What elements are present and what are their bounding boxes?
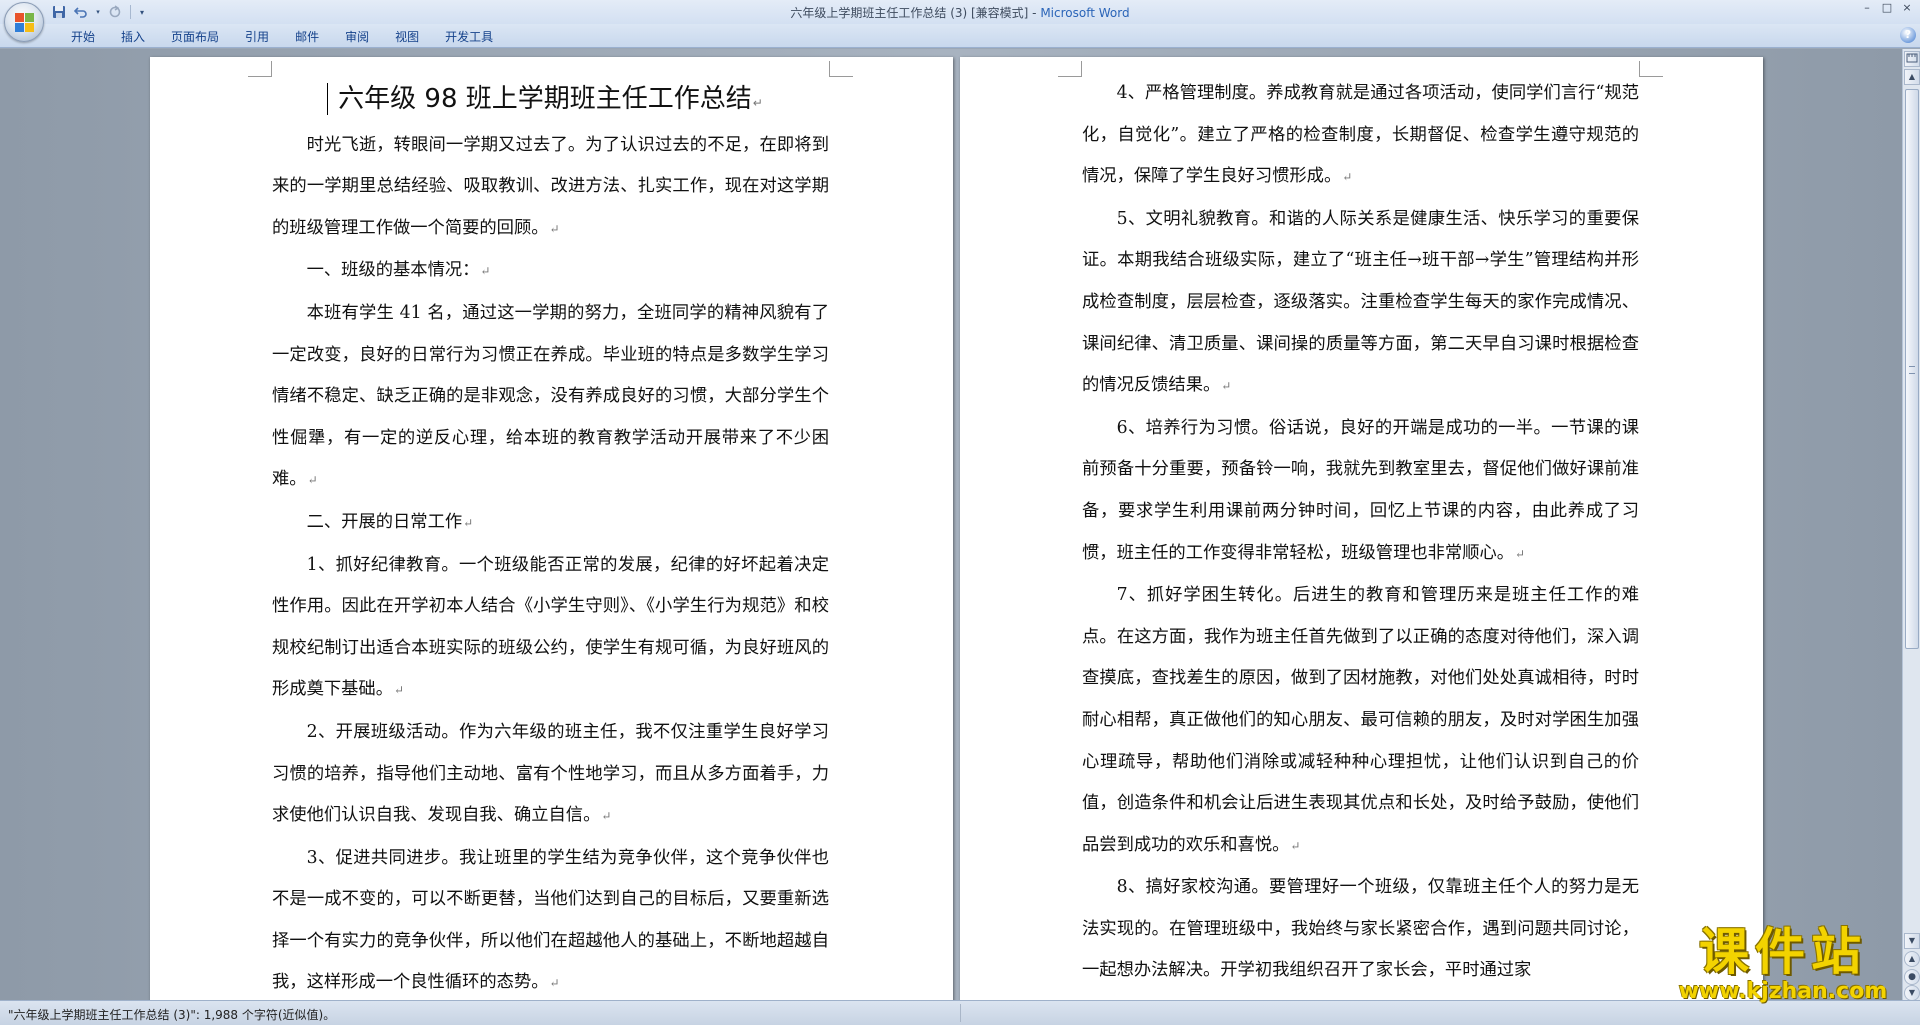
office-button[interactable] bbox=[4, 2, 44, 42]
document-title[interactable]: 六年级 98 班上学期班主任工作总结↵ bbox=[272, 79, 829, 123]
tab-references[interactable]: 引用 bbox=[232, 28, 282, 46]
paragraph[interactable]: 8、搞好家校沟通。要管理好一个班级，仅靠班主任个人的努力是无法实现的。在管理班级… bbox=[1082, 867, 1639, 992]
document-title-text: 六年级 98 班上学期班主任工作总结 bbox=[338, 84, 752, 114]
crop-mark-top-right bbox=[1639, 61, 1663, 77]
paragraph[interactable]: 本班有学生 41 名，通过这一学期的努力，全班同学的精神风貌有了一定改变，良好的… bbox=[272, 293, 829, 502]
paragraph-text: 二、开展的日常工作 bbox=[306, 511, 463, 532]
paragraph-mark: ↵ bbox=[752, 96, 763, 110]
select-browse-object-button[interactable]: ● bbox=[1904, 969, 1920, 985]
ribbon: 开始 插入 页面布局 引用 邮件 审阅 视图 开发工具 ? bbox=[0, 24, 1920, 48]
paragraph-mark: ↵ bbox=[601, 809, 612, 824]
paragraph[interactable]: 3、促进共同进步。我让班里的学生结为竞争伙伴，这个竞争伙伴也不是一成不变的，可以… bbox=[272, 838, 829, 1000]
section-heading[interactable]: 一、班级的基本情况：↵ bbox=[272, 250, 829, 293]
paragraph-mark: ↵ bbox=[1342, 170, 1353, 185]
window-controls: – □ × bbox=[1858, 2, 1916, 16]
tab-mailings[interactable]: 邮件 bbox=[282, 28, 332, 46]
paragraph[interactable]: 5、文明礼貌教育。和谐的人际关系是健康生活、快乐学习的重要保证。本期我结合班级实… bbox=[1082, 199, 1639, 408]
paragraph-text: 6、培养行为习惯。俗话说，良好的开端是成功的一半。一节课的课前预备十分重要，预备… bbox=[1082, 417, 1639, 563]
help-icon[interactable]: ? bbox=[1900, 27, 1916, 43]
paragraph-text: 4、严格管理制度。养成教育就是通过各项活动，使同学们言行“规范化，自觉化”。建立… bbox=[1082, 83, 1639, 187]
paragraph[interactable]: 时光飞逝，转眼间一学期又过去了。为了认识过去的不足，在即将到来的一学期里总结经验… bbox=[272, 125, 829, 251]
paragraph-text: 5、文明礼貌教育。和谐的人际关系是健康生活、快乐学习的重要保证。本期我结合班级实… bbox=[1082, 208, 1639, 396]
status-bar: "六年级上学期班主任工作总结 (3)": 1,988 个字符(近似值)。 bbox=[0, 1000, 1920, 1025]
paragraph[interactable]: 1、抓好纪律教育。一个班级能否正常的发展，纪律的好坏起着决定性作用。因此在开学初… bbox=[272, 545, 829, 712]
paragraph-text: 3、促进共同进步。我让班里的学生结为竞争伙伴，这个竞争伙伴也不是一成不变的，可以… bbox=[272, 847, 829, 993]
paragraph-mark: ↵ bbox=[549, 976, 560, 991]
minimize-button[interactable]: – bbox=[1858, 2, 1876, 16]
maximize-button[interactable]: □ bbox=[1878, 2, 1896, 16]
paragraph-mark: ↵ bbox=[463, 515, 474, 530]
paragraph-mark: ↵ bbox=[393, 683, 405, 698]
document-name: 六年级上学期班主任工作总结 (3) [兼容模式] - bbox=[790, 6, 1041, 20]
application-name: Microsoft Word bbox=[1040, 6, 1130, 20]
scroll-up-button[interactable]: ▲ bbox=[1904, 69, 1920, 85]
status-divider bbox=[960, 1004, 961, 1022]
crop-mark-top-left bbox=[248, 61, 272, 77]
paragraph[interactable]: 7、抓好学困生转化。后进生的教育和管理历来是班主任工作的难点。在这方面，我作为班… bbox=[1082, 575, 1639, 867]
ribbon-tabs: 开始 插入 页面布局 引用 邮件 审阅 视图 开发工具 bbox=[58, 28, 506, 46]
document-page-1[interactable]: 六年级 98 班上学期班主任工作总结↵ 时光飞逝，转眼间一学期又过去了。为了认识… bbox=[150, 57, 953, 1000]
paragraph-text: 8、搞好家校沟通。要管理好一个班级，仅靠班主任个人的努力是无法实现的。在管理班级… bbox=[1082, 877, 1639, 981]
paragraph-mark: ↵ bbox=[1290, 838, 1301, 853]
word-count-status[interactable]: "六年级上学期班主任工作总结 (3)": 1,988 个字符(近似值)。 bbox=[8, 1006, 335, 1023]
paragraph[interactable]: 6、培养行为习惯。俗话说，良好的开端是成功的一半。一节课的课前预备十分重要，预备… bbox=[1082, 408, 1639, 575]
paragraph-text: 一、班级的基本情况： bbox=[306, 260, 480, 281]
crop-mark-top-right bbox=[829, 61, 853, 77]
vertical-scrollbar[interactable]: ▲ ▼ ▲ ● ▼ bbox=[1902, 49, 1920, 1001]
paragraph-text: 本班有学生 41 名，通过这一学期的努力，全班同学的精神风貌有了一定改变，良好的… bbox=[272, 302, 829, 490]
tab-page-layout[interactable]: 页面布局 bbox=[158, 28, 232, 46]
scrollbar-thumb[interactable] bbox=[1905, 89, 1919, 649]
crop-mark-top-left bbox=[1058, 61, 1082, 77]
text-cursor bbox=[327, 83, 328, 115]
title-bar: ▾ ▾ 六年级上学期班主任工作总结 (3) [兼容模式] - Microsoft… bbox=[0, 0, 1920, 24]
tab-insert[interactable]: 插入 bbox=[108, 28, 158, 46]
previous-page-button[interactable]: ▲ bbox=[1904, 951, 1920, 967]
page-1-text[interactable]: 六年级 98 班上学期班主任工作总结↵ 时光飞逝，转眼间一学期又过去了。为了认识… bbox=[272, 79, 829, 1000]
window-title: 六年级上学期班主任工作总结 (3) [兼容模式] - Microsoft Wor… bbox=[0, 4, 1920, 21]
tab-developer[interactable]: 开发工具 bbox=[432, 28, 506, 46]
page-2-text[interactable]: 4、严格管理制度。养成教育就是通过各项活动，使同学们言行“规范化，自觉化”。建立… bbox=[1082, 73, 1639, 992]
office-logo-icon bbox=[15, 13, 35, 33]
tab-view[interactable]: 视图 bbox=[382, 28, 432, 46]
tab-review[interactable]: 审阅 bbox=[332, 28, 382, 46]
section-heading[interactable]: 二、开展的日常工作↵ bbox=[272, 502, 829, 545]
paragraph-text: 1、抓好纪律教育。一个班级能否正常的发展，纪律的好坏起着决定性作用。因此在开学初… bbox=[272, 554, 829, 700]
paragraph-text: 7、抓好学困生转化。后进生的教育和管理历来是班主任工作的难点。在这方面，我作为班… bbox=[1082, 585, 1639, 855]
paragraph-mark: ↵ bbox=[480, 264, 491, 279]
paragraph[interactable]: 2、开展班级活动。作为六年级的班主任，我不仅注重学生良好学习习惯的培养，指导他们… bbox=[272, 712, 829, 838]
close-button[interactable]: × bbox=[1898, 2, 1916, 16]
paragraph-mark: ↵ bbox=[549, 221, 560, 236]
next-page-button[interactable]: ▼ bbox=[1904, 985, 1920, 1001]
scroll-down-button[interactable]: ▼ bbox=[1904, 933, 1920, 949]
view-ruler-icon[interactable] bbox=[1904, 51, 1920, 67]
paragraph-text: 2、开展班级活动。作为六年级的班主任，我不仅注重学生良好学习习惯的培养，指导他们… bbox=[272, 721, 829, 826]
paragraph[interactable]: 4、严格管理制度。养成教育就是通过各项活动，使同学们言行“规范化，自觉化”。建立… bbox=[1082, 73, 1639, 199]
paragraph-mark: ↵ bbox=[1515, 546, 1526, 561]
paragraph-mark: ↵ bbox=[1221, 379, 1232, 394]
tab-home[interactable]: 开始 bbox=[58, 28, 108, 46]
document-page-2[interactable]: 4、严格管理制度。养成教育就是通过各项活动，使同学们言行“规范化，自觉化”。建立… bbox=[960, 57, 1763, 1000]
document-workspace[interactable]: 六年级 98 班上学期班主任工作总结↵ 时光飞逝，转眼间一学期又过去了。为了认识… bbox=[0, 49, 1902, 1000]
paragraph-mark: ↵ bbox=[307, 473, 318, 488]
